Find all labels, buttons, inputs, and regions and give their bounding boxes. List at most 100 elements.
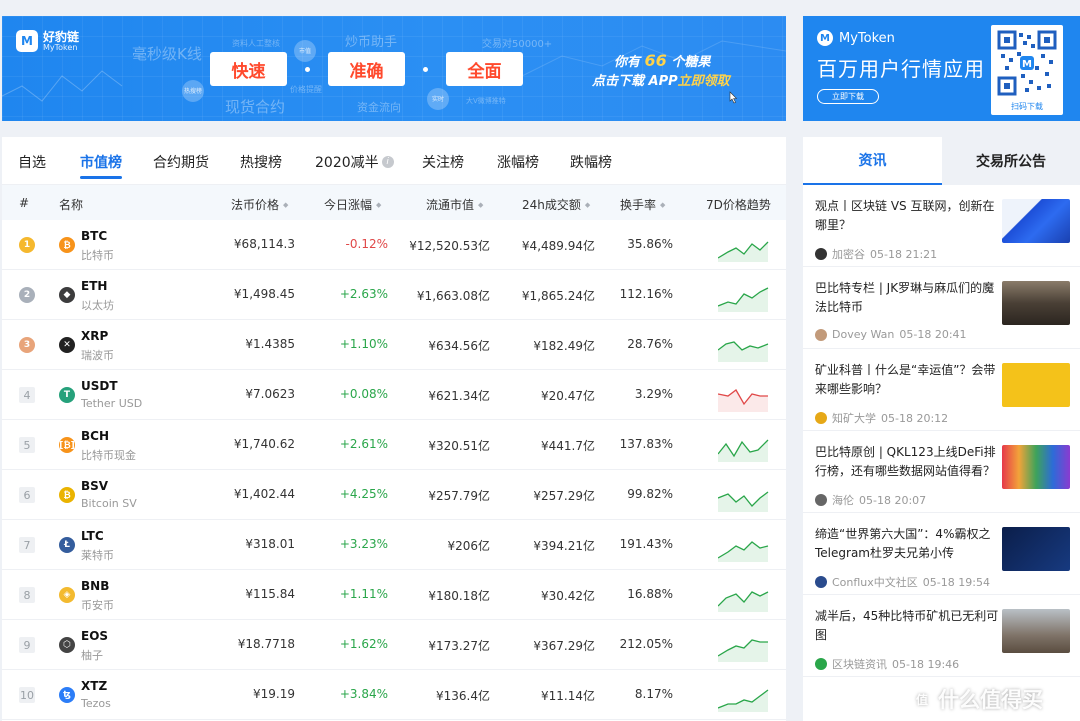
news-item[interactable]: 减半后，45种比特币矿机已无利可图 区块链资讯 05-18 19:46	[803, 595, 1080, 677]
table-header: # 名称 法币价格 ◆ 今日涨幅 ◆ 流通市值 ◆ 24h成交额 ◆ 换手率 ◆ 7D价格…	[2, 185, 786, 220]
table-row[interactable]: 7 Ł LTC 莱特币 ¥318.01 +3.23% ¥206亿 ¥394.21亿 191.43…	[2, 520, 786, 570]
cell-volume: ¥394.21亿	[533, 539, 595, 553]
download-now-button[interactable]: 立即下载	[817, 89, 879, 104]
qr-code-icon: M	[997, 30, 1057, 96]
table-row[interactable]: 8 ◈ BNB 币安币 ¥115.84 +1.11% ¥180.18亿 ¥30.42亿 16.8…	[2, 570, 786, 620]
table-row[interactable]: 6 ₿ BSV Bitcoin SV ¥1,402.44 +4.25% ¥257.79亿 ¥2…	[2, 470, 786, 520]
news-item[interactable]: 缔造“世界第六大国”：4%霸权之Telegram杜罗夫兄弟小传 Conflux中文…	[803, 513, 1080, 595]
promo-download-text[interactable]: 点击下载 APP立即领取	[592, 70, 730, 89]
ripple-icon: ✕	[59, 337, 75, 353]
tab-watchlist[interactable]: 自选	[18, 152, 46, 172]
news-thumbnail[interactable]	[1002, 527, 1070, 571]
coin-symbol[interactable]: BCH	[81, 429, 109, 443]
news-author: 区块链资讯	[832, 658, 887, 671]
coin-symbol[interactable]: USDT	[81, 379, 118, 393]
coin-symbol[interactable]: BNB	[81, 579, 109, 593]
coin-symbol[interactable]: BTC	[81, 229, 107, 243]
sort-icon: ◆	[283, 200, 289, 209]
cell-turnover: 99.82%	[627, 487, 673, 501]
tab-news[interactable]: 资讯	[803, 137, 942, 185]
tab-gainers[interactable]: 涨幅榜	[497, 152, 539, 172]
cell-change: +1.10%	[339, 337, 388, 351]
news-title[interactable]: 巴比特原创 | QKL123上线DeFi排行榜，还有哪些数据网站值得看？	[815, 443, 1001, 481]
tab-halving[interactable]: 2020减半 i	[315, 152, 394, 172]
table-row[interactable]: 9 ⬡ EOS 柚子 ¥18.7718 +1.62% ¥173.27亿 ¥367.29亿 212…	[2, 620, 786, 670]
tab-trending[interactable]: 热搜榜	[240, 152, 282, 172]
cell-change: -0.12%	[345, 237, 388, 251]
news-title[interactable]: 矿业科普丨什么是“幸运值”？会带来哪些影响？	[815, 361, 1001, 399]
news-meta: 知矿大学 05-18 20:12	[815, 410, 948, 426]
price-trend-sparkline	[718, 491, 769, 512]
qr-code: M 扫码下载	[991, 25, 1063, 115]
tab-futures[interactable]: 合约期货	[153, 152, 209, 172]
news-item[interactable]: 矿业科普丨什么是“幸运值”？会带来哪些影响？ 知矿大学 05-18 20:12	[803, 349, 1080, 431]
coin-symbol[interactable]: XRP	[81, 329, 108, 343]
col-change-label: 今日涨幅	[324, 198, 373, 212]
table-row[interactable]: 10 ꜩ XTZ Tezos ¥19.19 +3.84% ¥136.4亿 ¥11.14亿 8.1…	[2, 670, 786, 720]
col-change[interactable]: 今日涨幅 ◆	[324, 196, 381, 213]
cell-change: +2.61%	[339, 437, 388, 451]
coin-symbol[interactable]: LTC	[81, 529, 104, 543]
news-author: 知矿大学	[832, 412, 876, 425]
news-title[interactable]: 巴比特专栏 | JK罗琳与麻瓜们的魔法比特币	[815, 279, 1001, 317]
ad-logo-row: M MyToken	[817, 30, 895, 46]
col-price-label: 法币价格	[231, 198, 280, 212]
cell-turnover: 191.43%	[619, 537, 673, 551]
cell-change: +2.63%	[339, 287, 388, 301]
coin-symbol[interactable]: EOS	[81, 629, 108, 643]
cell-turnover: 16.88%	[627, 587, 673, 601]
cell-cap: ¥257.79亿	[428, 489, 490, 503]
table-row[interactable]: 2 ◆ ETH 以太坊 ¥1,498.45 +2.63% ¥1,663.08亿 ¥1,865.…	[2, 270, 786, 320]
col-price[interactable]: 法币价格 ◆	[231, 196, 288, 213]
promo-banner[interactable]: M 好豹链 MyToken 毫秒级K线 资料人工整核 炒币助手 交易对50000…	[2, 16, 786, 121]
news-item[interactable]: 巴比特原创 | QKL123上线DeFi排行榜，还有哪些数据网站值得看？ 海伦 05…	[803, 431, 1080, 513]
tab-followed[interactable]: 关注榜	[422, 152, 464, 172]
news-thumbnail[interactable]	[1002, 609, 1070, 653]
binance-icon: ◈	[59, 587, 75, 603]
price-trend-sparkline	[718, 241, 769, 262]
news-thumbnail[interactable]	[1002, 363, 1070, 407]
col-cap[interactable]: 流通市值 ◆	[426, 196, 483, 213]
cell-cap: ¥634.56亿	[428, 339, 490, 353]
news-panel: 资讯 交易所公告 观点丨区块链 VS 互联网，创新在哪里？ 加密谷 05-18 21…	[803, 137, 1080, 721]
col-cap-label: 流通市值	[426, 198, 475, 212]
ad-headline: 百万用户行情应用	[817, 57, 985, 81]
news-title[interactable]: 观点丨区块链 VS 互联网，创新在哪里？	[815, 197, 1001, 235]
cell-price: ¥18.7718	[237, 637, 295, 651]
tab-market-cap[interactable]: 市值榜	[80, 152, 122, 179]
tab-losers[interactable]: 跌幅榜	[570, 152, 612, 172]
news-thumbnail[interactable]	[1002, 281, 1070, 325]
price-trend-sparkline	[718, 541, 769, 562]
tab-exchange-announcements[interactable]: 交易所公告	[942, 137, 1080, 185]
cell-price: ¥115.84	[245, 587, 295, 601]
table-row[interactable]: 5 [₿] BCH 比特币现金 ¥1,740.62 +2.61% ¥320.51亿 ¥441.…	[2, 420, 786, 470]
price-trend-sparkline	[718, 341, 769, 362]
news-item[interactable]: 巴比特专栏 | JK罗琳与麻瓜们的魔法比特币 Dovey Wan 05-18 20:…	[803, 267, 1080, 349]
news-title[interactable]: 缔造“世界第六大国”：4%霸权之Telegram杜罗夫兄弟小传	[815, 525, 1001, 563]
table-row[interactable]: 4 T USDT Tether USD ¥7.0623 +0.08% ¥621.34亿 ¥20…	[2, 370, 786, 420]
col-turnover[interactable]: 换手率 ◆	[620, 196, 665, 213]
cell-price: ¥1.4385	[245, 337, 295, 351]
cell-volume: ¥20.47亿	[541, 389, 595, 403]
info-icon[interactable]: i	[381, 156, 394, 168]
coin-symbol[interactable]: ETH	[81, 279, 107, 293]
table-row[interactable]: 1 ₿ BTC 比特币 ¥68,114.3 -0.12% ¥12,520.53亿 ¥4,489…	[2, 220, 786, 270]
cell-volume: ¥257.29亿	[533, 489, 595, 503]
market-tabs: 自选 市值榜 合约期货 热搜榜 2020减半 i 关注榜 涨幅榜 跌幅榜	[2, 137, 786, 185]
pill-comprehensive: 全面	[446, 52, 523, 86]
promo-post: 个糖果	[671, 55, 711, 70]
news-thumbnail[interactable]	[1002, 199, 1070, 243]
app-download-ad[interactable]: M MyToken 百万用户行情应用 立即下载 M 扫码下载	[803, 16, 1080, 121]
coin-symbol[interactable]: XTZ	[81, 679, 107, 693]
news-title[interactable]: 减半后，45种比特币矿机已无利可图	[815, 607, 1001, 645]
cell-cap: ¥206亿	[447, 539, 490, 553]
coin-symbol[interactable]: BSV	[81, 479, 108, 493]
market-cap-panel: 自选 市值榜 合约期货 热搜榜 2020减半 i 关注榜 涨幅榜 跌幅榜 # 名…	[2, 137, 786, 721]
col-volume[interactable]: 24h成交额 ◆	[522, 196, 590, 213]
table-row[interactable]: 3 ✕ XRP 瑞波币 ¥1.4385 +1.10% ¥634.56亿 ¥182.49亿 28.…	[2, 320, 786, 370]
price-trend-sparkline	[718, 287, 769, 312]
news-thumbnail[interactable]	[1002, 445, 1070, 489]
news-item[interactable]: 观点丨区块链 VS 互联网，创新在哪里？ 加密谷 05-18 21:21	[803, 185, 1080, 267]
cell-change: +3.84%	[339, 687, 388, 701]
rank-number: 5	[19, 437, 35, 453]
